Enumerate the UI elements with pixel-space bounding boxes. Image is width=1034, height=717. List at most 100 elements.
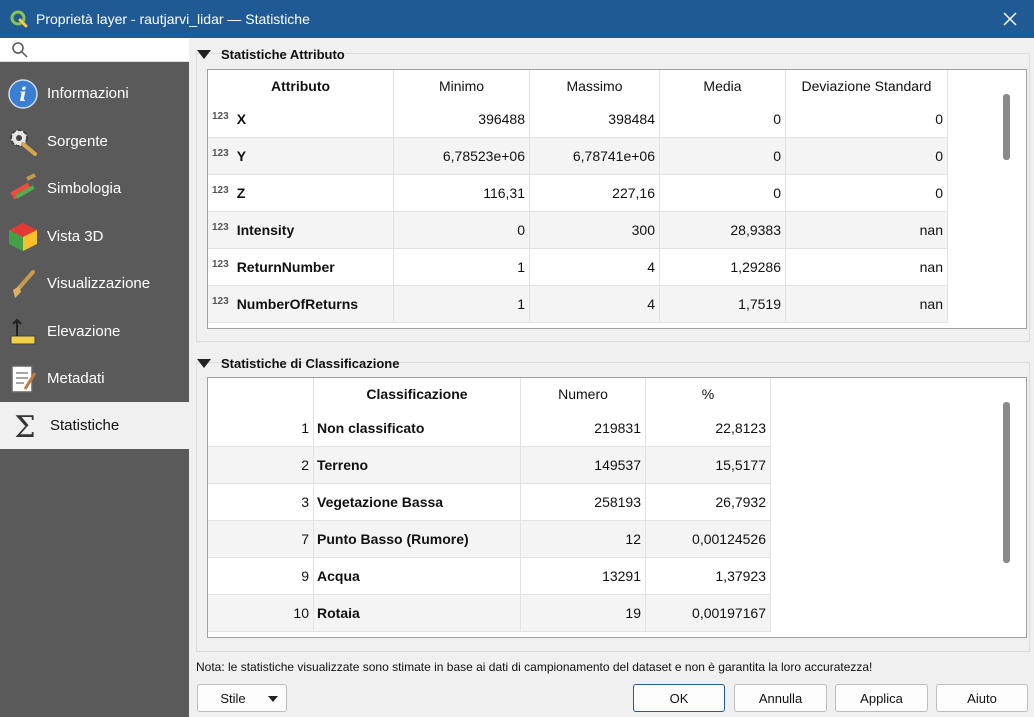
- class-code: 9: [208, 558, 314, 595]
- table-row[interactable]: 7 Punto Basso (Rumore) 12 0,00124526: [208, 521, 771, 558]
- metadata-icon: [7, 363, 39, 395]
- column-header[interactable]: Massimo: [530, 70, 660, 102]
- help-button[interactable]: Aiuto: [936, 684, 1028, 712]
- table-row[interactable]: 9 Acqua 13291 1,37923: [208, 558, 771, 595]
- chevron-down-icon: [268, 696, 278, 702]
- mean-value: 0: [660, 175, 786, 212]
- std-value: nan: [786, 212, 948, 249]
- class-stats-table[interactable]: Classificazione Numero % 1 Non classific…: [207, 377, 1027, 638]
- column-header[interactable]: Numero: [521, 378, 646, 410]
- sidebar-item-statistiche[interactable]: Σ Statistiche: [0, 402, 189, 449]
- table-row[interactable]: 123 Z 116,31 227,16 0 0: [208, 175, 948, 212]
- display-brush-icon: [7, 268, 39, 300]
- std-value: 0: [786, 101, 948, 138]
- min-value: 1: [394, 286, 530, 323]
- sidebar-search-input[interactable]: [0, 38, 189, 62]
- table-row[interactable]: 10 Rotaia 19 0,00197167: [208, 595, 771, 632]
- number-type-icon: 123: [212, 258, 229, 270]
- info-icon: i: [7, 78, 39, 110]
- column-header[interactable]: Attributo: [208, 70, 394, 102]
- cancel-button[interactable]: Annulla: [734, 684, 827, 712]
- table-row[interactable]: 123 NumberOfReturns 1 4 1,7519 nan: [208, 286, 948, 323]
- column-header[interactable]: Minimo: [394, 70, 530, 102]
- std-value: 0: [786, 138, 948, 175]
- class-count: 149537: [521, 447, 646, 484]
- mean-value: 1,7519: [660, 286, 786, 323]
- source-gear-icon: [7, 126, 39, 158]
- attribute-name: Intensity: [236, 222, 295, 238]
- number-type-icon: 123: [212, 147, 229, 159]
- sidebar-item-label: Sorgente: [47, 133, 108, 150]
- apply-button[interactable]: Applica: [835, 684, 928, 712]
- ok-button[interactable]: OK: [633, 684, 725, 712]
- window-title: Proprietà layer - rautjarvi_lidar — Stat…: [36, 11, 310, 27]
- std-value: nan: [786, 286, 948, 323]
- sidebar-item-metadati[interactable]: Metadati: [0, 355, 189, 402]
- class-code: 7: [208, 521, 314, 558]
- attr-stats-header[interactable]: Statistiche Attributo: [197, 43, 345, 65]
- attribute-name: NumberOfReturns: [236, 296, 359, 312]
- attribute-name: X: [236, 111, 247, 127]
- sidebar-item-label: Visualizzazione: [47, 275, 151, 292]
- number-type-icon: 123: [212, 110, 229, 122]
- class-percent: 0,00197167: [646, 595, 771, 632]
- table-row[interactable]: 123 ReturnNumber 1 4 1,29286 nan: [208, 249, 948, 286]
- column-header[interactable]: [208, 378, 314, 410]
- class-stats-header[interactable]: Statistiche di Classificazione: [197, 352, 399, 374]
- class-percent: 1,37923: [646, 558, 771, 595]
- class-name: Vegetazione Bassa: [314, 484, 521, 521]
- search-icon: [11, 41, 29, 59]
- table-row[interactable]: 123 Intensity 0 300 28,9383 nan: [208, 212, 948, 249]
- svg-text:Σ: Σ: [14, 410, 35, 442]
- table-row[interactable]: 123 Y 6,78523e+06 6,78741e+06 0 0: [208, 138, 948, 175]
- sidebar-item-elevazione[interactable]: Elevazione: [0, 308, 189, 355]
- collapse-triangle-icon[interactable]: [197, 358, 211, 368]
- sidebar-item-label: Informazioni: [47, 85, 129, 102]
- class-name: Rotaia: [314, 595, 521, 632]
- sidebar-item-vista-3d[interactable]: Vista 3D: [0, 213, 189, 260]
- class-percent: 22,8123: [646, 410, 771, 447]
- qgis-logo-icon: [10, 10, 28, 28]
- sidebar-item-label: Elevazione: [47, 323, 121, 340]
- elevation-icon: [7, 316, 39, 348]
- accuracy-note: Nota: le statistiche visualizzate sono s…: [196, 660, 873, 674]
- column-header[interactable]: Media: [660, 70, 786, 102]
- class-name: Punto Basso (Rumore): [314, 521, 521, 558]
- class-count: 19: [521, 595, 646, 632]
- class-percent: 15,5177: [646, 447, 771, 484]
- attr-stats-table[interactable]: Attributo Minimo Massimo Media Deviazion…: [207, 69, 1027, 329]
- number-type-icon: 123: [212, 184, 229, 196]
- collapse-triangle-icon[interactable]: [197, 49, 211, 59]
- style-button-label: Stile: [220, 690, 246, 706]
- table-row[interactable]: 3 Vegetazione Bassa 258193 26,7932: [208, 484, 771, 521]
- table-row[interactable]: 1 Non classificato 219831 22,8123: [208, 410, 771, 447]
- min-value: 0: [394, 212, 530, 249]
- table-row[interactable]: 2 Terreno 149537 15,5177: [208, 447, 771, 484]
- class-name: Acqua: [314, 558, 521, 595]
- vertical-scrollbar[interactable]: [1003, 94, 1010, 160]
- sidebar-item-informazioni[interactable]: i Informazioni: [0, 70, 189, 117]
- sidebar-item-label: Metadati: [47, 370, 105, 387]
- vertical-scrollbar[interactable]: [1003, 402, 1010, 563]
- style-dropdown-button[interactable]: Stile: [197, 684, 287, 712]
- class-count: 12: [521, 521, 646, 558]
- close-icon[interactable]: [1000, 9, 1020, 29]
- min-value: 1: [394, 249, 530, 286]
- class-code: 2: [208, 447, 314, 484]
- table-row[interactable]: 123 X 396488 398484 0 0: [208, 101, 948, 138]
- class-name: Terreno: [314, 447, 521, 484]
- class-count: 13291: [521, 558, 646, 595]
- number-type-icon: 123: [212, 221, 229, 233]
- sidebar-item-label: Vista 3D: [47, 228, 104, 245]
- min-value: 396488: [394, 101, 530, 138]
- mean-value: 28,9383: [660, 212, 786, 249]
- column-header[interactable]: Classificazione: [314, 378, 521, 410]
- class-code: 10: [208, 595, 314, 632]
- sidebar-item-simbologia[interactable]: Simbologia: [0, 165, 189, 212]
- std-value: 0: [786, 175, 948, 212]
- sidebar-item-visualizzazione[interactable]: Visualizzazione: [0, 260, 189, 307]
- section-title: Statistiche Attributo: [221, 46, 345, 62]
- sidebar-item-sorgente[interactable]: Sorgente: [0, 118, 189, 165]
- column-header[interactable]: %: [646, 378, 771, 410]
- column-header[interactable]: Deviazione Standard: [786, 70, 948, 102]
